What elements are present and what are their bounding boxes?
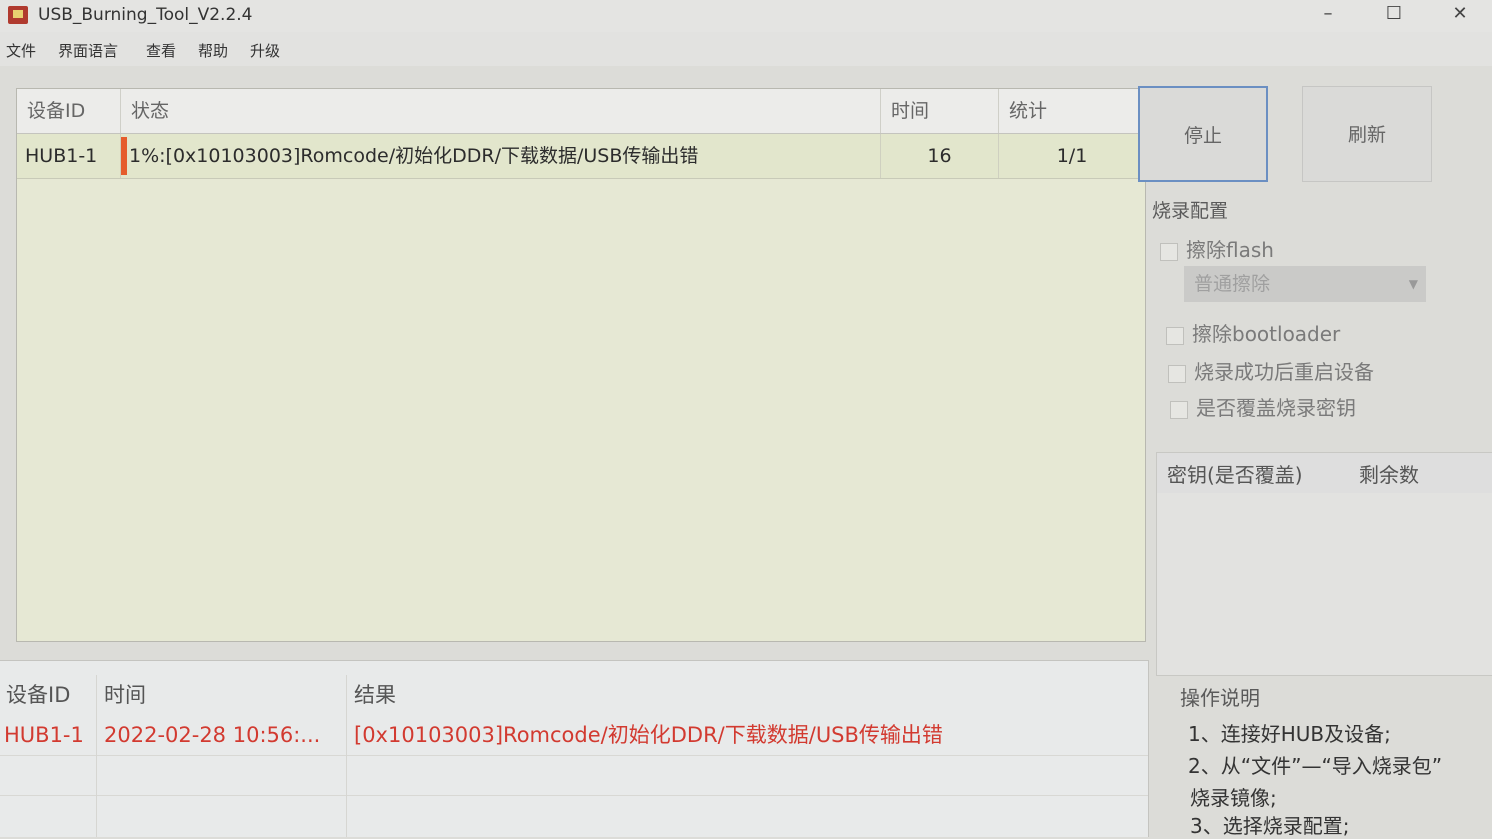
log-device-id-cell: HUB1-1	[4, 723, 84, 747]
column-key[interactable]: 密钥(是否覆盖)	[1167, 459, 1303, 488]
reboot-after-label: 烧录成功后重启设备	[1194, 360, 1374, 384]
menu-view[interactable]: 查看	[146, 40, 176, 61]
log-column-time[interactable]: 时间	[98, 675, 346, 715]
help-line: 2、从“文件”—“导入烧录包”	[1188, 754, 1443, 778]
erase-bootloader-label: 擦除bootloader	[1192, 322, 1341, 346]
window-title: USB_Burning_Tool_V2.2.4	[38, 5, 253, 25]
menu-bar: 文件 界面语言 查看 帮助 升级	[0, 32, 1492, 66]
log-result-cell: [0x10103003]Romcode/初始化DDR/下载数据/USB传输出错	[354, 723, 943, 747]
status-cell: 1%:[0x10103003]Romcode/初始化DDR/下载数据/USB传输…	[127, 134, 881, 178]
column-device-id[interactable]: 设备ID	[17, 89, 121, 133]
help-line: 烧录镜像;	[1190, 786, 1277, 810]
stop-button[interactable]: 停止	[1138, 86, 1268, 182]
key-table-header: 密钥(是否覆盖) 剩余数	[1157, 453, 1492, 493]
erase-mode-select[interactable]: 普通擦除 ▼	[1184, 266, 1426, 302]
close-button[interactable]: ✕	[1428, 0, 1492, 30]
column-remaining[interactable]: 剩余数	[1359, 459, 1419, 488]
device-table-header: 设备ID 状态 时间 统计	[17, 89, 1145, 134]
menu-language[interactable]: 界面语言	[58, 40, 118, 61]
erase-flash-option[interactable]: 擦除flash	[1160, 234, 1274, 262]
reboot-after-option[interactable]: 烧录成功后重启设备	[1168, 356, 1374, 384]
chevron-down-icon: ▼	[1408, 277, 1418, 291]
count-cell: 1/1	[1056, 145, 1088, 167]
column-divider	[346, 675, 347, 837]
help-line: 3、选择烧录配置;	[1190, 814, 1350, 838]
minimize-button[interactable]: –	[1296, 0, 1360, 30]
log-row[interactable]: HUB1-1 2022-02-28 10:56:... [0x10103003]…	[0, 715, 1148, 755]
table-row[interactable]: HUB1-1 1%:[0x10103003]Romcode/初始化DDR/下载数…	[17, 134, 1145, 179]
log-time-cell: 2022-02-28 10:56:...	[104, 723, 321, 747]
device-id-cell: HUB1-1	[17, 134, 121, 178]
title-bar: USB_Burning_Tool_V2.2.4 – ☐ ✕	[0, 0, 1492, 32]
menu-upgrade[interactable]: 升级	[250, 40, 280, 61]
erase-bootloader-option[interactable]: 擦除bootloader	[1166, 318, 1340, 346]
time-cell: 16	[881, 134, 999, 178]
log-table-header: 设备ID 时间 结果	[0, 675, 1148, 715]
refresh-button[interactable]: 刷新	[1302, 86, 1432, 182]
overwrite-key-option[interactable]: 是否覆盖烧录密钥	[1170, 392, 1356, 420]
maximize-button[interactable]: ☐	[1362, 0, 1426, 30]
device-table: 设备ID 状态 时间 统计 HUB1-1 1%:[0x10103003]Romc…	[16, 88, 1146, 642]
erase-bootloader-checkbox[interactable]	[1166, 326, 1184, 345]
help-title: 操作说明	[1180, 686, 1260, 710]
log-table: 设备ID 时间 结果 HUB1-1 2022-02-28 10:56:... […	[0, 660, 1149, 837]
erase-flash-checkbox[interactable]	[1160, 242, 1178, 261]
help-line: 1、连接好HUB及设备;	[1188, 722, 1391, 746]
column-divider	[96, 675, 97, 837]
column-status[interactable]: 状态	[121, 89, 881, 133]
reboot-after-checkbox[interactable]	[1168, 364, 1186, 383]
log-column-device-id[interactable]: 设备ID	[0, 675, 96, 715]
burn-config-title: 烧录配置	[1152, 200, 1229, 222]
row-divider	[0, 755, 1148, 756]
overwrite-key-label: 是否覆盖烧录密钥	[1196, 396, 1356, 420]
column-time[interactable]: 时间	[881, 89, 999, 133]
key-table: 密钥(是否覆盖) 剩余数	[1156, 452, 1492, 676]
overwrite-key-checkbox[interactable]	[1170, 400, 1188, 419]
erase-mode-value: 普通擦除	[1194, 273, 1271, 295]
column-count[interactable]: 统计	[999, 89, 1145, 133]
row-divider	[0, 795, 1148, 796]
erase-flash-label: 擦除flash	[1186, 238, 1274, 262]
menu-help[interactable]: 帮助	[198, 40, 228, 61]
app-icon	[8, 6, 28, 24]
menu-file[interactable]: 文件	[6, 40, 36, 61]
log-column-result[interactable]: 结果	[348, 675, 1048, 715]
